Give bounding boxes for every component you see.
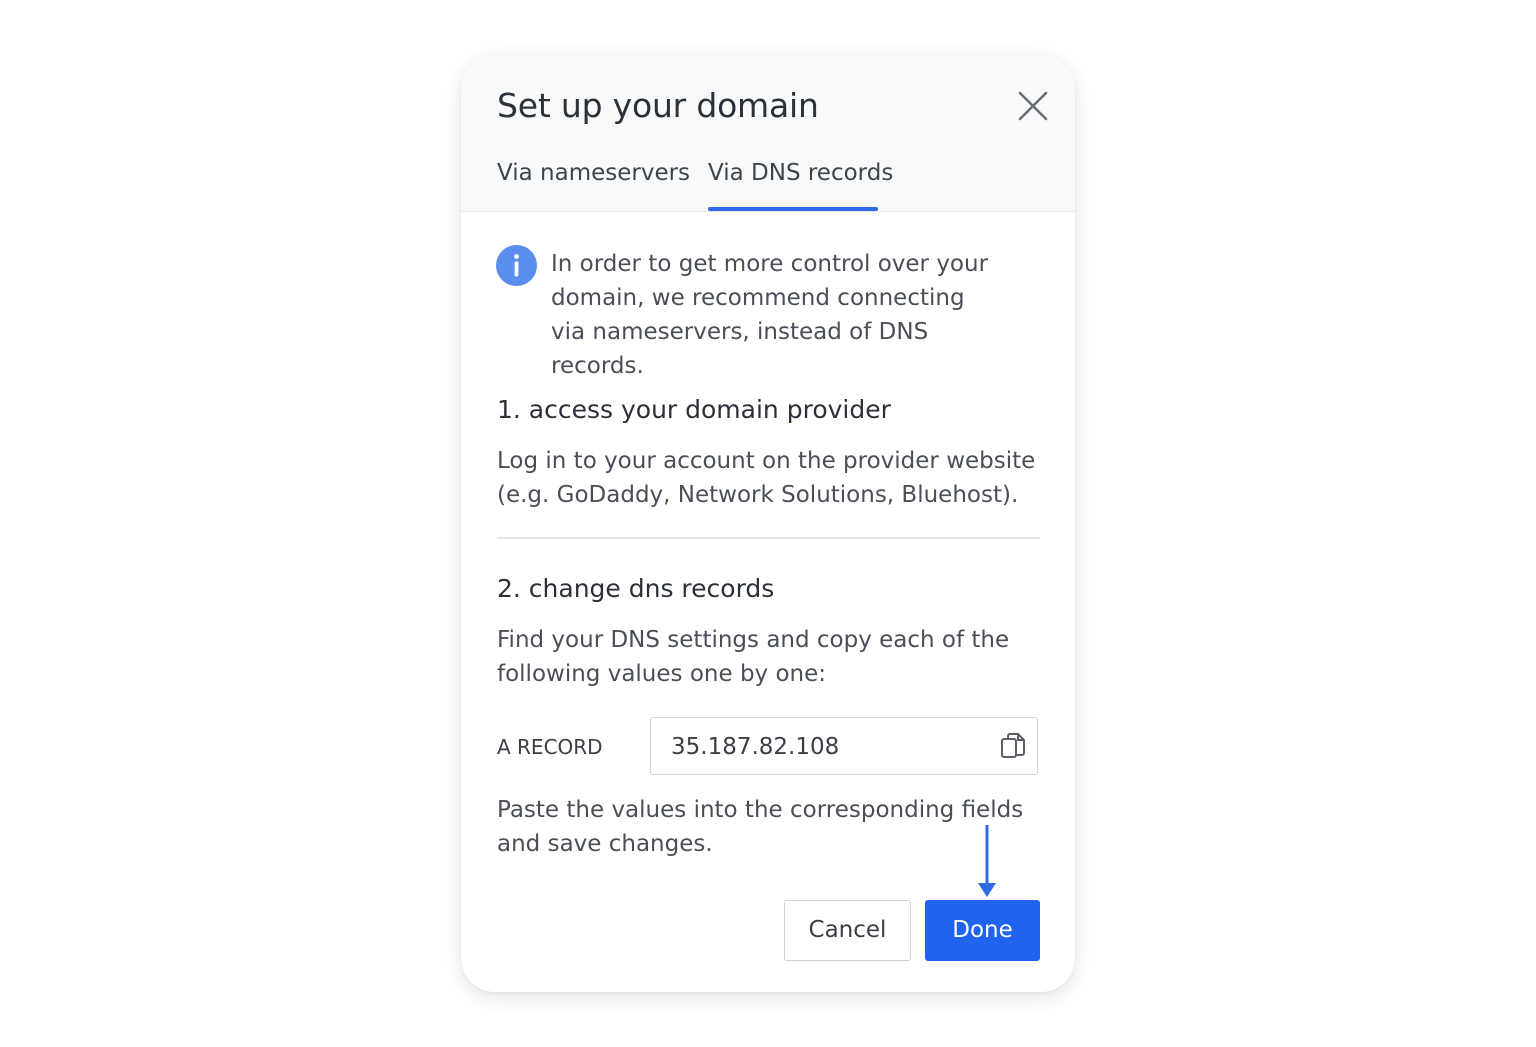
- a-record-label: A RECORD: [497, 735, 603, 759]
- section-divider: [497, 537, 1040, 539]
- setup-domain-modal: Set up your domain Via nameservers Via D…: [461, 54, 1075, 992]
- modal-title: Set up your domain: [497, 86, 819, 125]
- a-record-field[interactable]: 35.187.82.108: [650, 717, 1038, 775]
- cancel-button[interactable]: Cancel: [784, 900, 911, 961]
- close-button[interactable]: [1015, 88, 1051, 124]
- step-2-description: Find your DNS settings and copy each of …: [497, 627, 1010, 687]
- step-1-title: 1. access your domain provider: [497, 395, 891, 424]
- modal-header: Set up your domain Via nameservers Via D…: [461, 54, 1075, 212]
- info-message: In order to get more control over your d…: [551, 251, 989, 379]
- copy-button[interactable]: [998, 731, 1028, 761]
- step-1-description: Log in to your account on the provider w…: [497, 448, 1036, 508]
- a-record-value: 35.187.82.108: [671, 734, 840, 760]
- info-icon: [496, 245, 537, 286]
- tab-via-dns-records[interactable]: Via DNS records: [708, 158, 893, 188]
- paste-instructions: Paste the values into the corresponding …: [497, 797, 1024, 857]
- tab-via-nameservers[interactable]: Via nameservers: [497, 158, 690, 188]
- copy-icon: [1001, 733, 1025, 758]
- close-icon: [1018, 91, 1048, 121]
- active-tab-indicator: [708, 207, 878, 211]
- done-button[interactable]: Done: [925, 900, 1040, 961]
- arrow-down-icon: [978, 825, 996, 897]
- step-2-title: 2. change dns records: [497, 574, 775, 603]
